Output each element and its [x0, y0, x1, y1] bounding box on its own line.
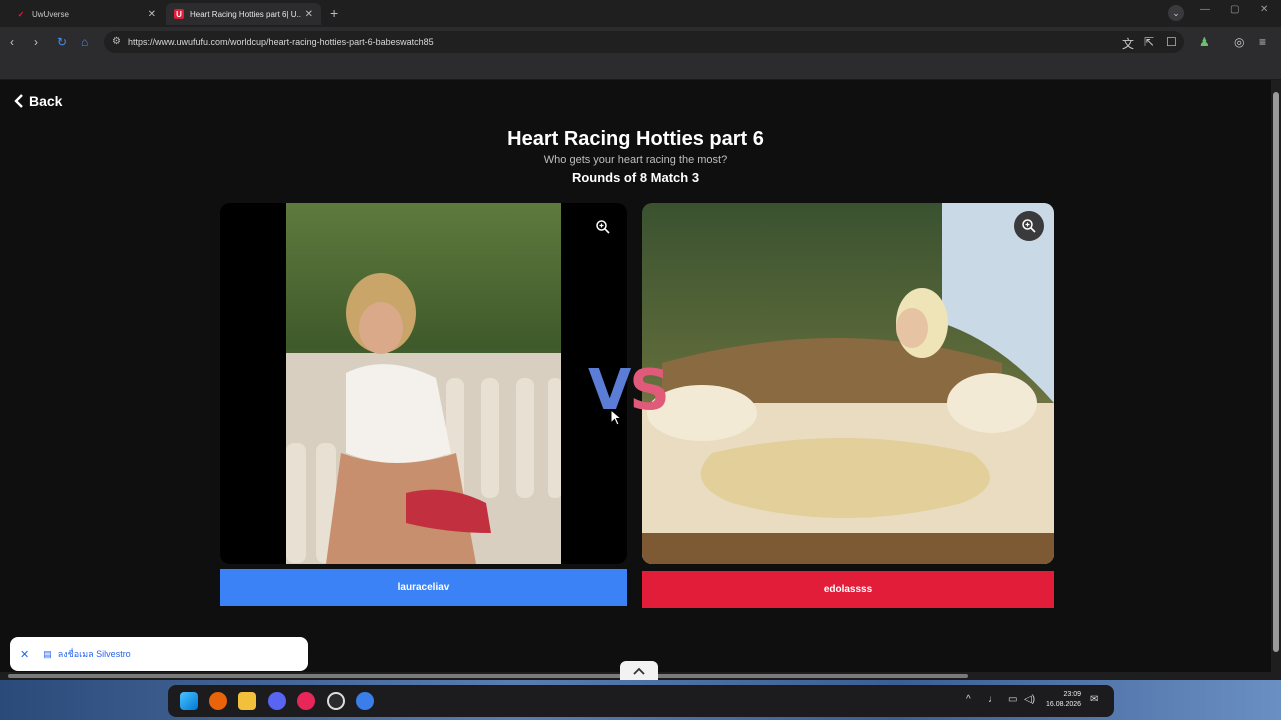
volume-icon[interactable]: ◁) [1024, 694, 1035, 705]
home-icon[interactable]: ⌂ [81, 35, 88, 49]
back-label: Back [29, 93, 63, 109]
page-subtitle: Who gets your heart racing the most? [543, 154, 728, 166]
file-explorer-icon[interactable] [238, 692, 256, 710]
menu-icon[interactable]: ≡ [1259, 35, 1266, 49]
bookmarks-bar [0, 57, 1281, 80]
page-title: Heart Racing Hotties part 6 [507, 128, 764, 150]
tray-expand-icon[interactable]: ^ [966, 694, 971, 705]
round-info: Rounds of 8 Match 3 [571, 170, 700, 185]
microphone-icon[interactable]: ♩ [988, 694, 998, 705]
tab-strip: ✓ UwUverse ✕ U Heart Racing Hotties part… [0, 0, 1281, 27]
document-icon: ▤ [43, 648, 52, 659]
zoom-left-button[interactable] [588, 212, 618, 242]
notifications-icon[interactable]: ✉ [1090, 694, 1098, 705]
contestant-photo-left[interactable] [286, 203, 561, 564]
vs-label: VS [588, 358, 670, 423]
firefox-icon[interactable] [209, 692, 227, 710]
scrollbar-thumb[interactable] [1273, 92, 1279, 652]
reload-icon[interactable]: ↻ [57, 35, 67, 49]
taskbar: ^ ♩ ▭ ◁) 23:09 16.08.2026 ✉ [168, 685, 1114, 717]
select-left-button[interactable]: lauraceliav [220, 569, 627, 606]
windows-start-icon[interactable] [180, 692, 198, 710]
zoom-in-icon [1022, 219, 1036, 233]
forward-nav-icon[interactable]: › [34, 35, 38, 49]
uwuverse-favicon-icon: ✓ [17, 9, 25, 19]
tab-title: Heart Racing Hotties part 6| U... [190, 9, 301, 19]
site-info-icon[interactable]: ⚙ [112, 36, 121, 47]
url-text: https://www.uwufufu.com/worldcup/heart-r… [128, 37, 434, 47]
uwufufu-favicon-icon: U [174, 9, 184, 19]
close-window-icon[interactable]: ✕ [1260, 4, 1268, 15]
chrome-icon[interactable] [356, 692, 374, 710]
chevron-up-icon [633, 667, 645, 675]
vertical-scrollbar[interactable] [1271, 80, 1281, 672]
select-right-button[interactable]: edolassss [642, 571, 1054, 608]
back-nav-icon[interactable]: ‹ [10, 35, 14, 49]
maximize-icon[interactable]: ▢ [1230, 4, 1239, 15]
vs-letter-s: S [629, 358, 669, 423]
new-tab-button[interactable]: + [330, 5, 338, 21]
discord-icon[interactable] [268, 692, 286, 710]
contestant-card-right[interactable] [642, 203, 1054, 564]
scroll-up-tab[interactable] [620, 661, 658, 681]
chatgpt-icon[interactable] [327, 692, 345, 710]
page-content: Back Heart Racing Hotties part 6 Who get… [0, 80, 1271, 672]
clock-date: 16.08.2026 [1046, 701, 1082, 708]
mouse-cursor-icon [610, 409, 623, 426]
share-icon[interactable]: ⇱ [1144, 35, 1154, 49]
zoom-in-icon [596, 220, 610, 234]
close-tab-icon[interactable]: ✕ [305, 9, 313, 20]
tab-list-dropdown-icon[interactable]: ⌄ [1168, 5, 1184, 21]
notification-text: ลงชื่อเมล Silvestro [57, 649, 131, 659]
back-button[interactable]: Back [14, 93, 62, 109]
tab-title: UwUverse [32, 9, 69, 19]
address-bar[interactable]: ⚙ https://www.uwufufu.com/worldcup/heart… [104, 31, 1184, 53]
bookmark-icon[interactable]: ☐ [1166, 35, 1177, 49]
minimize-icon[interactable]: — [1200, 4, 1210, 15]
chevron-left-icon [14, 94, 23, 108]
close-notification-icon[interactable]: ✕ [20, 648, 29, 661]
close-tab-icon[interactable]: ✕ [148, 9, 156, 20]
clock-time: 23:09 [1063, 691, 1082, 698]
browser-toolbar: ‹ › ↻ ⌂ ⚙ https://www.uwufufu.com/worldc… [0, 27, 1281, 57]
tab-heart-racing[interactable]: U Heart Racing Hotties part 6| U... ✕ [166, 3, 321, 25]
extension-icon[interactable]: ♟ [1199, 35, 1210, 49]
contestant-photo-right[interactable] [642, 203, 1054, 564]
horizontal-scrollbar-thumb[interactable] [8, 674, 968, 678]
contestant-card-left[interactable] [220, 203, 627, 564]
network-icon[interactable]: ▭ [1008, 694, 1017, 705]
notification-toast[interactable]: ✕ ▤ ลงชื่อเมล Silvestro [10, 637, 308, 671]
translate-icon[interactable]: 文 [1122, 35, 1134, 52]
tab-uwuverse[interactable]: ✓ UwUverse ✕ [8, 3, 164, 25]
system-clock[interactable]: 23:09 16.08.2026 [1046, 690, 1081, 710]
media-player-icon[interactable] [297, 692, 315, 710]
zoom-right-button[interactable] [1014, 211, 1044, 241]
profile-icon[interactable]: ◎ [1234, 35, 1244, 49]
